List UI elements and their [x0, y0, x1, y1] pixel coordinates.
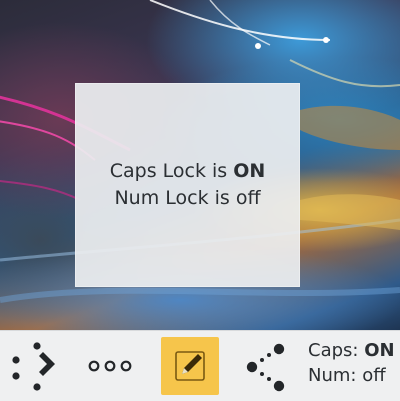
lock-keys-indicator[interactable]: Caps: ON Num: off [308, 331, 400, 401]
caps-indicator-label: Caps: [308, 340, 365, 361]
note-tile [161, 337, 219, 395]
more-icon [88, 360, 132, 372]
caps-lock-status: Caps Lock is ON [110, 158, 266, 185]
note-pencil-icon [175, 351, 205, 381]
kdeconnect-icon [12, 342, 55, 391]
num-indicator: Num: off [308, 363, 400, 388]
caps-indicator-value: ON [364, 340, 395, 361]
num-indicator-value: off [362, 365, 386, 386]
kdeconnect-tray-button[interactable] [0, 331, 70, 401]
share-icon [246, 343, 285, 392]
num-lock-label: Num Lock is [114, 187, 236, 209]
num-lock-status: Num Lock is off [114, 185, 260, 212]
bottom-panel: Caps: ON Num: off [0, 330, 400, 401]
lock-keys-osd: Caps Lock is ON Num Lock is off [75, 83, 300, 287]
caps-lock-state: ON [233, 160, 266, 182]
share-tray-button[interactable] [232, 331, 296, 401]
system-tray-expand-button[interactable] [78, 331, 142, 401]
num-lock-state: off [235, 187, 261, 209]
knotes-tray-button[interactable] [155, 331, 225, 401]
num-indicator-label: Num: [308, 365, 363, 386]
caps-lock-label: Caps Lock is [109, 160, 234, 182]
caps-indicator: Caps: ON [308, 338, 400, 363]
